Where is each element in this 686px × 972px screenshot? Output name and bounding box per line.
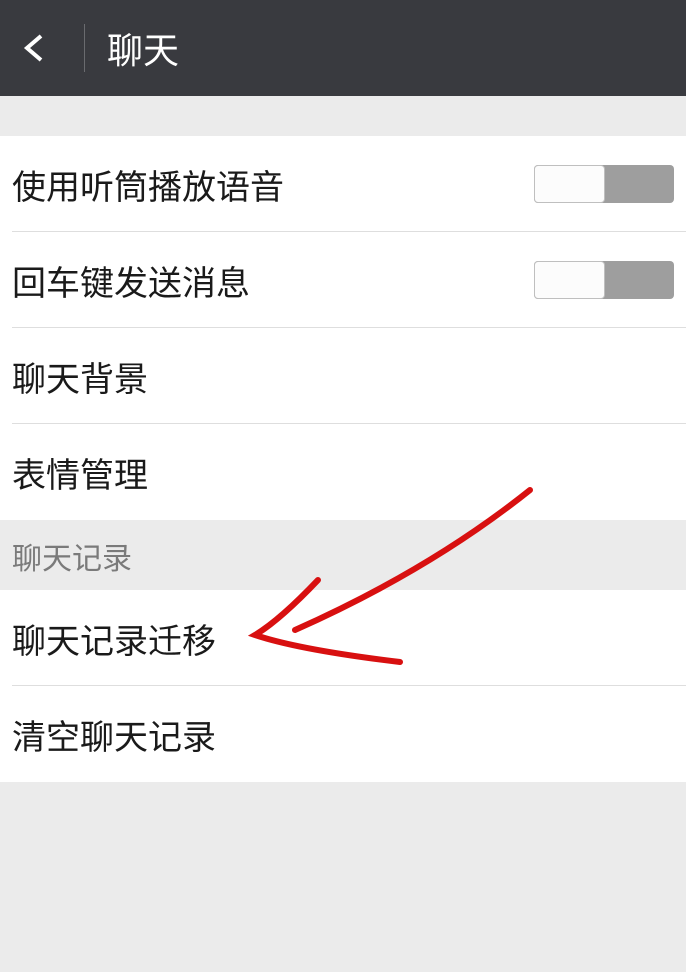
list-item-label: 使用听筒播放语音	[12, 160, 284, 209]
list-item-label: 表情管理	[12, 448, 148, 497]
setting-earpiece-voice[interactable]: 使用听筒播放语音	[0, 136, 686, 232]
setting-chat-background[interactable]: 聊天背景	[0, 328, 686, 424]
section-header-label: 聊天记录	[12, 534, 132, 578]
toggle-enter-send[interactable]	[534, 261, 674, 299]
list-item-label: 回车键发送消息	[12, 256, 250, 305]
setting-clear-chat-history[interactable]: 清空聊天记录	[0, 686, 686, 782]
list-item-label: 聊天背景	[12, 352, 148, 401]
list-item-label: 聊天记录迁移	[12, 614, 216, 663]
toggle-earpiece[interactable]	[534, 165, 674, 203]
list-item-label: 清空聊天记录	[12, 710, 216, 759]
page-title: 聊天	[107, 22, 179, 74]
header-divider	[84, 24, 85, 72]
section-header-chat-history: 聊天记录	[0, 520, 686, 590]
setting-enter-send[interactable]: 回车键发送消息	[0, 232, 686, 328]
toggle-knob	[534, 165, 605, 203]
settings-group-2: 聊天记录迁移 清空聊天记录	[0, 590, 686, 782]
setting-emoji-manage[interactable]: 表情管理	[0, 424, 686, 520]
settings-group-1: 使用听筒播放语音 回车键发送消息 聊天背景 表情管理	[0, 136, 686, 520]
header-bar: 聊天	[0, 0, 686, 96]
back-icon[interactable]	[18, 30, 54, 66]
spacer	[0, 96, 686, 136]
toggle-knob	[534, 261, 605, 299]
setting-chat-history-migrate[interactable]: 聊天记录迁移	[0, 590, 686, 686]
